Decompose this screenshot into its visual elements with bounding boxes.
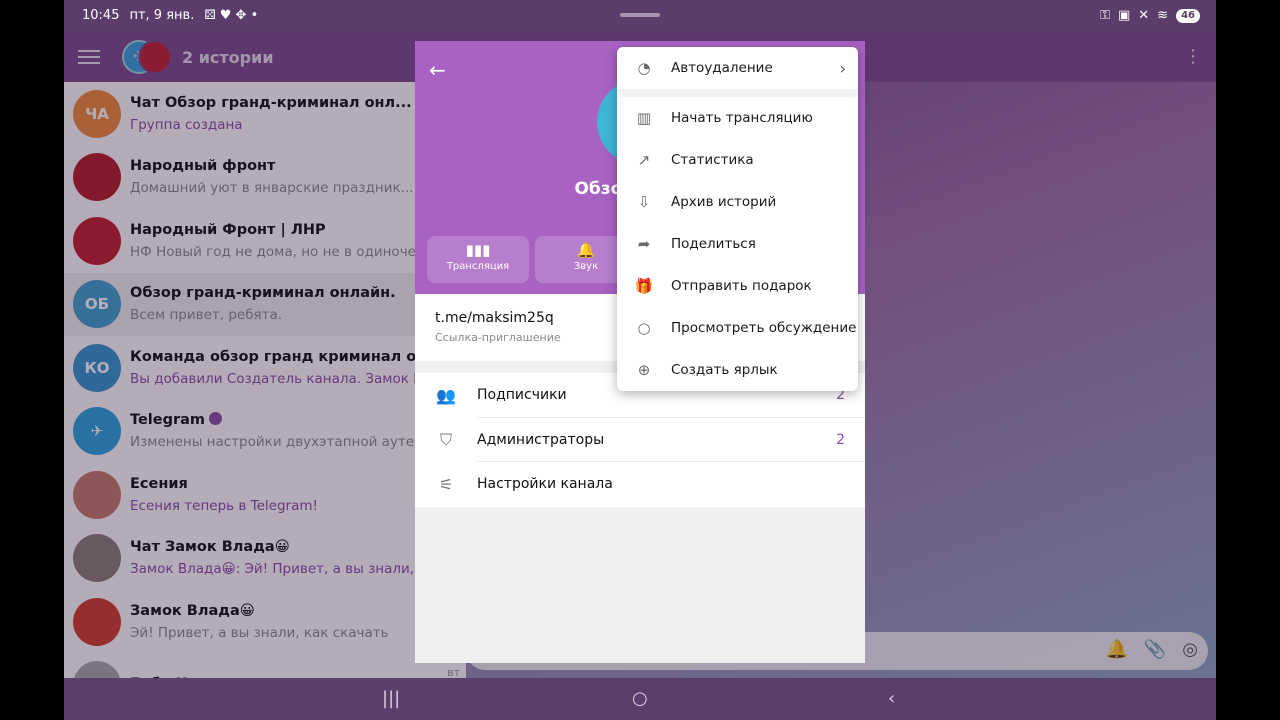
comment-icon: ○ bbox=[637, 319, 651, 337]
key-icon: ⚿ bbox=[1100, 8, 1110, 23]
menu-item-comment[interactable]: ○ Просмотреть обсуждение bbox=[617, 307, 858, 349]
menu-separator bbox=[617, 89, 858, 97]
notification-icons: ⚄ ♥ ✥ • bbox=[204, 8, 259, 23]
chevron-right-icon: › bbox=[839, 58, 846, 78]
share-icon: ➦ bbox=[637, 235, 651, 253]
channel-settings-row[interactable]: ⚟ Настройки канала bbox=[415, 462, 865, 507]
live-stream-button[interactable]: ▮▮▮ Трансляция bbox=[427, 236, 529, 283]
wifi-icon: ≋ bbox=[1157, 8, 1169, 23]
status-time: 10:45 bbox=[82, 8, 120, 23]
channel-settings-label: Настройки канала bbox=[477, 476, 613, 493]
back-button[interactable]: ‹ bbox=[888, 688, 895, 709]
administrators-row[interactable]: ⛉ Администраторы 2 bbox=[415, 418, 865, 462]
menu-item-label: Начать трансляцию bbox=[671, 110, 813, 126]
gift-icon: 🎁 bbox=[634, 277, 654, 295]
menu-item-share[interactable]: ➦ Поделиться bbox=[617, 223, 858, 265]
navigation-bar: ||| ○ ‹ bbox=[64, 678, 1216, 720]
menu-item-chart[interactable]: ↗ Статистика bbox=[617, 139, 858, 181]
add-shortcut-icon: ⊕ bbox=[637, 361, 651, 379]
mute-icon: ✕ bbox=[1138, 8, 1150, 23]
administrators-count: 2 bbox=[836, 431, 845, 448]
channel-options-menu: ◔ Автоудаление › ▥ Начать трансляцию ↗ Статист… bbox=[617, 47, 858, 391]
menu-item-live-stream[interactable]: ▥ Начать трансляцию bbox=[617, 97, 858, 139]
archive-icon: ⇩ bbox=[637, 193, 651, 211]
live-stream-icon: ▥ bbox=[636, 109, 652, 127]
menu-item-label: Статистика bbox=[671, 152, 754, 168]
home-button[interactable]: ○ bbox=[632, 688, 648, 709]
split-handle[interactable] bbox=[620, 13, 660, 17]
live-stream-icon: ▮▮▮ bbox=[465, 241, 491, 259]
menu-item-label: Создать ярлык bbox=[671, 362, 778, 378]
menu-item-label: Поделиться bbox=[671, 236, 756, 252]
menu-item-add-shortcut[interactable]: ⊕ Создать ярлык bbox=[617, 349, 858, 391]
menu-item-label: Автоудаление bbox=[671, 60, 773, 76]
recent-apps-button[interactable]: ||| bbox=[382, 688, 400, 709]
menu-item-gift[interactable]: 🎁 Отправить подарок bbox=[617, 265, 858, 307]
cast-icon: ▣ bbox=[1117, 8, 1131, 23]
menu-item-timer[interactable]: ◔ Автоудаление › bbox=[617, 47, 858, 89]
shield-star-icon: ⛉ bbox=[439, 429, 452, 449]
administrators-label: Администраторы bbox=[477, 431, 605, 448]
back-arrow-icon[interactable]: ← bbox=[429, 58, 446, 82]
device-screen: 10:45 пт, 9 янв. ⚄ ♥ ✥ • ⚿ ▣ ✕ ≋ 46 ✈ 2 … bbox=[64, 0, 1216, 720]
menu-item-label: Просмотреть обсуждение bbox=[671, 320, 857, 336]
menu-item-archive[interactable]: ⇩ Архив историй bbox=[617, 181, 858, 223]
menu-item-label: Отправить подарок bbox=[671, 278, 812, 294]
sliders-icon: ⚟ bbox=[438, 474, 454, 494]
menu-item-label: Архив историй bbox=[671, 194, 777, 210]
live-stream-label: Трансляция bbox=[446, 261, 510, 272]
status-bar: 10:45 пт, 9 янв. ⚄ ♥ ✥ • ⚿ ▣ ✕ ≋ 46 bbox=[64, 0, 1216, 32]
chart-icon: ↗ bbox=[637, 151, 651, 169]
battery-indicator: 46 bbox=[1176, 8, 1200, 23]
channel-settings-list: 👥 Подписчики 2 ⛉ Администраторы 2 ⚟ Наст… bbox=[415, 373, 865, 507]
status-date: пт, 9 янв. bbox=[129, 8, 195, 23]
users-icon: 👥 bbox=[436, 385, 456, 405]
timer-icon: ◔ bbox=[637, 59, 651, 77]
